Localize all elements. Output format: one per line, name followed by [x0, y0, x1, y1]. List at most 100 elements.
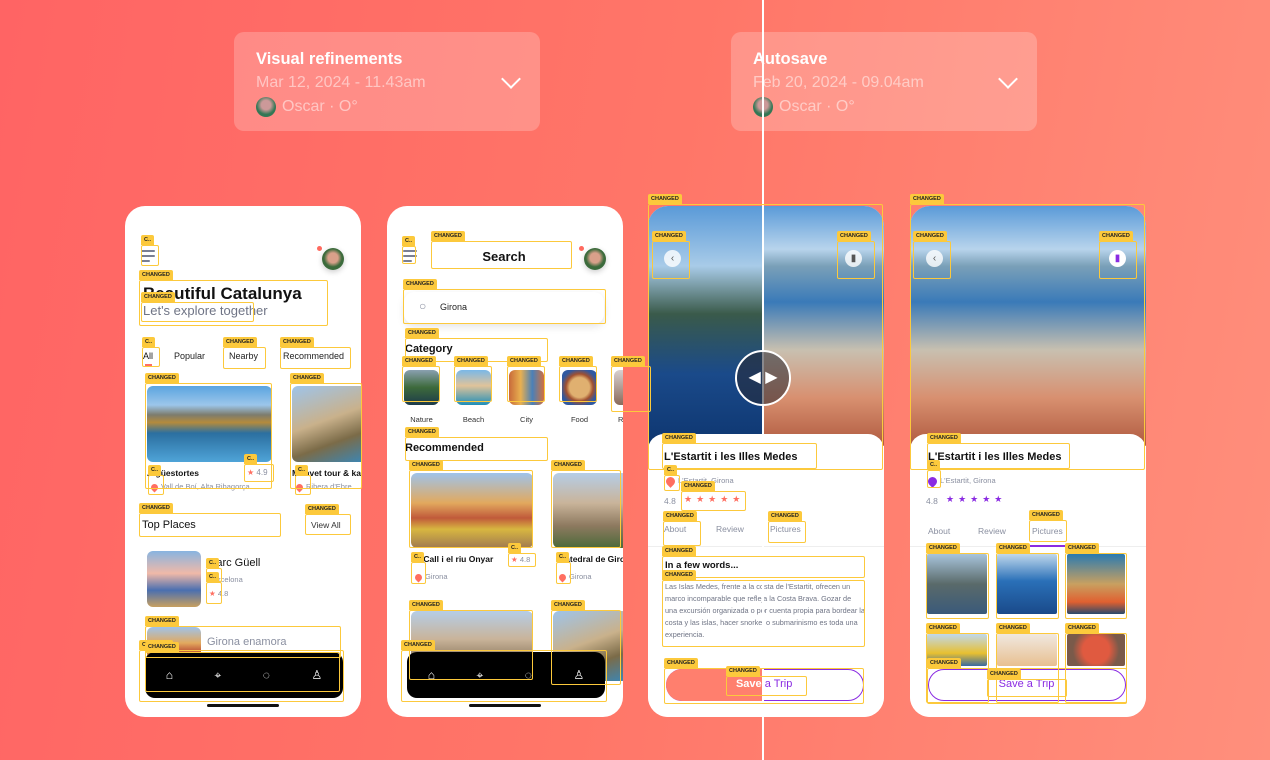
- view-all-link[interactable]: View All: [311, 520, 341, 530]
- changed-badge: CHANGED: [290, 373, 324, 383]
- profile-icon[interactable]: ♙: [573, 668, 584, 682]
- version-card-1[interactable]: Visual refinements Mar 12, 2024 - 11.43a…: [234, 32, 540, 131]
- notification-dot: [579, 246, 584, 251]
- category-more[interactable]: [614, 370, 623, 405]
- changed-badge: CHANGED: [1099, 231, 1133, 241]
- changed-badge: CHANGED: [145, 616, 179, 626]
- gallery-photo[interactable]: [927, 554, 987, 614]
- place-title: Girona enamora: [207, 636, 287, 648]
- map-pin-icon[interactable]: ⌖: [477, 668, 484, 683]
- back-icon[interactable]: ‹: [664, 250, 681, 267]
- save-trip-label: Save a Trip: [998, 678, 1055, 690]
- back-icon[interactable]: ‹: [926, 250, 943, 267]
- bookmark-icon[interactable]: ▮: [845, 250, 862, 267]
- tab-review[interactable]: Review: [716, 524, 744, 534]
- tab-about[interactable]: About: [664, 524, 686, 534]
- card-location: Vall de Boí, Alta Ribagorça: [161, 482, 250, 491]
- compare-handle[interactable]: ◀ ▶: [735, 350, 791, 406]
- chevron-down-icon[interactable]: [501, 69, 521, 89]
- changed-badge: CHANGED: [664, 658, 698, 668]
- changed-badge: CHANGED: [987, 669, 1021, 679]
- menu-icon[interactable]: [141, 250, 155, 265]
- map-pin-icon[interactable]: ⌖: [215, 668, 222, 683]
- changed-badge: CHANGED: [913, 231, 947, 241]
- home-icon[interactable]: ⌂: [166, 668, 173, 682]
- changed-badge: CHANGED: [403, 279, 437, 289]
- changed-badge: CHANGED: [409, 600, 443, 610]
- tab-all[interactable]: All: [143, 351, 153, 361]
- changed-badge: CHANGED: [652, 231, 686, 241]
- card-location: Girona: [569, 572, 592, 581]
- map-pin-icon: [413, 572, 424, 582]
- changed-badge: CHANGED: [402, 356, 436, 366]
- category-food[interactable]: [562, 370, 597, 405]
- avatar[interactable]: [584, 248, 606, 270]
- changed-badge: C..: [411, 552, 425, 562]
- gallery-photo[interactable]: [1067, 554, 1125, 614]
- version-title: Autosave: [753, 50, 828, 68]
- tab-recommended[interactable]: Recommended: [283, 351, 344, 361]
- bookmark-icon[interactable]: ▮: [1109, 250, 1126, 267]
- changed-badge: CHANGED: [910, 194, 944, 204]
- changed-badge: C..: [206, 572, 220, 582]
- menu-icon[interactable]: [403, 250, 417, 265]
- changed-badge: CHANGED: [662, 433, 696, 443]
- tab-popular[interactable]: Popular: [174, 351, 205, 361]
- changed-badge: CHANGED: [139, 503, 173, 513]
- home-indicator: [469, 704, 541, 707]
- hero-image-new: [763, 206, 884, 446]
- version-date: Mar 12, 2024 - 11.43am: [256, 74, 426, 91]
- category-label: Food: [570, 415, 589, 424]
- page-subtitle: Let's explore together: [143, 303, 268, 318]
- gallery-photo[interactable]: [997, 634, 1057, 666]
- star-icon: ★: [511, 555, 518, 564]
- changed-badge: CHANGED: [431, 231, 465, 241]
- changed-badge: CHANGED: [996, 623, 1030, 633]
- section-title: Top Places: [142, 519, 196, 531]
- tab-pictures[interactable]: Pictures: [1032, 526, 1063, 536]
- category-city[interactable]: [509, 370, 544, 405]
- card-image[interactable]: [411, 473, 533, 548]
- card-image[interactable]: [553, 473, 623, 548]
- card-image[interactable]: [147, 386, 272, 462]
- home-indicator: [207, 704, 279, 707]
- home-icon[interactable]: ⌂: [428, 668, 435, 682]
- card-rating: 4.8: [519, 555, 531, 564]
- profile-icon[interactable]: ♙: [311, 668, 322, 682]
- changed-badge: CHANGED: [927, 433, 961, 443]
- active-tab-indicator: [1030, 545, 1070, 547]
- card-location: Girona: [425, 572, 448, 581]
- tab-pictures[interactable]: Pictures: [770, 524, 801, 534]
- detail-screen-pictures: ‹ ▮ L'Estartit i les Illes Medes L'Estar…: [910, 206, 1146, 717]
- changed-badge: CHANGED: [405, 427, 439, 437]
- map-pin-icon: [557, 572, 568, 582]
- star-icon: ★: [209, 589, 216, 598]
- version-card-2[interactable]: Autosave Feb 20, 2024 - 09.04am Oscar · …: [731, 32, 1037, 131]
- tab-about[interactable]: About: [928, 526, 950, 536]
- category-nature[interactable]: [404, 370, 439, 405]
- save-trip-button[interactable]: Save a Trip: [928, 669, 1126, 701]
- changed-badge: CHANGED: [305, 504, 339, 514]
- chevron-down-icon[interactable]: [998, 69, 1018, 89]
- changed-badge: CHANGED: [551, 460, 585, 470]
- card-image[interactable]: [292, 386, 361, 462]
- chat-icon[interactable]: ◌: [525, 668, 532, 682]
- changed-badge: CHANGED: [768, 511, 802, 521]
- gallery-photo[interactable]: [997, 554, 1057, 614]
- place-image[interactable]: [147, 551, 201, 607]
- rating-stars: ★★★★★: [946, 494, 1007, 504]
- changed-badge: C..: [664, 465, 678, 475]
- version-date: Feb 20, 2024 - 09.04am: [753, 74, 924, 91]
- category-beach[interactable]: [456, 370, 491, 405]
- gallery-photo[interactable]: [1067, 634, 1125, 666]
- tab-review[interactable]: Review: [978, 526, 1006, 536]
- search-input[interactable]: ○ Girona: [404, 292, 604, 324]
- detail-title: L'Estartit i les Illes Medes: [664, 451, 798, 463]
- changed-badge: CHANGED: [611, 356, 645, 366]
- changed-badge: CHANGED: [663, 511, 697, 521]
- version-title: Visual refinements: [256, 50, 403, 68]
- tab-nearby[interactable]: Nearby: [229, 351, 258, 361]
- section-title: Recommended: [405, 442, 484, 454]
- chat-icon[interactable]: ◌: [263, 668, 270, 682]
- avatar[interactable]: [322, 248, 344, 270]
